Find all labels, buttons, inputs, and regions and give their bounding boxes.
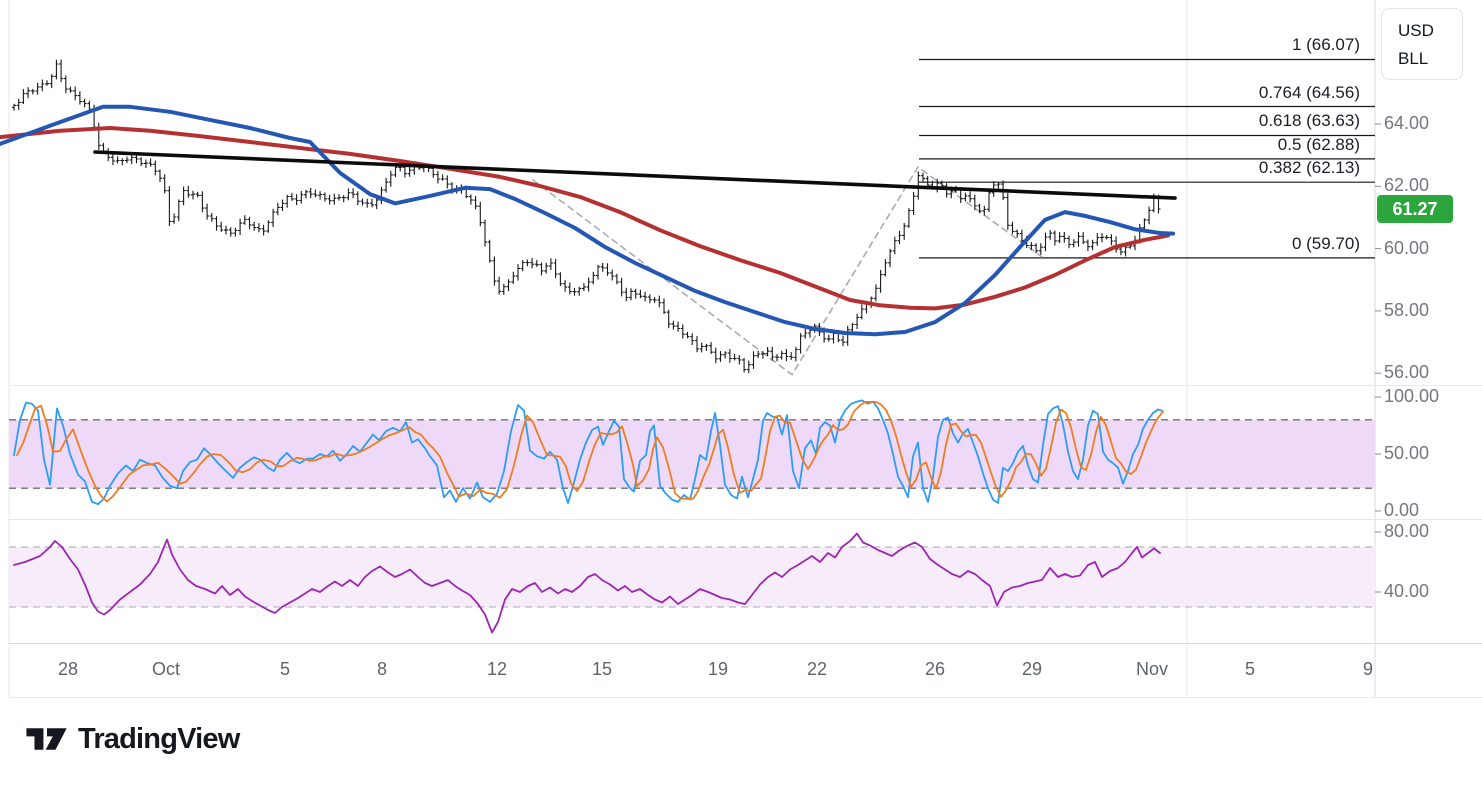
tradingview-logo-text: TradingView [78, 722, 240, 755]
date-axis-label: 9 [1362, 659, 1373, 679]
price-axis-label: 50.00 [1384, 443, 1430, 463]
symbol-currency: USD [1398, 21, 1434, 40]
symbol-info-box: USD BLL [1381, 8, 1463, 80]
last-price-value: 61.27 [1392, 199, 1438, 219]
date-axis-label: 19 [707, 659, 729, 679]
date-axis-label: 5 [279, 659, 290, 679]
tradingview-chart: 1 (66.07) 0.764 (64.56) 0.618 (63.63) 0.5 (… [0, 0, 1482, 786]
date-axis-label: Nov [1135, 659, 1168, 679]
tradingview-logo[interactable]: TradingView [26, 722, 240, 756]
price-axis-label: 0.00 [1384, 500, 1420, 520]
price-axis-label: 40.00 [1384, 580, 1430, 601]
last-price-badge: 61.27 [1377, 195, 1453, 223]
date-axis-label: 15 [591, 659, 613, 679]
fib-level-label: 0.618 (63.63) [1258, 111, 1360, 131]
date-axis-label: 8 [376, 659, 387, 679]
tradingview-logo-icon [26, 728, 67, 750]
fib-level-label: 0.5 (62.88) [1277, 134, 1360, 154]
date-axis-label: 5 [1244, 659, 1255, 679]
date-axis-label: 29 [1021, 659, 1043, 679]
date-axis-label: Oct [151, 659, 180, 679]
date-axis-label: 22 [806, 659, 828, 679]
fib-level-label: 0 (59.70) [1291, 233, 1360, 253]
price-axis-label: 56.00 [1384, 362, 1430, 383]
price-axis-label: 100.00 [1384, 386, 1440, 406]
fib-level-label: 1 (66.07) [1291, 35, 1360, 55]
fib-level-label: 0.764 (64.56) [1258, 82, 1360, 102]
symbol-code: BLL [1398, 49, 1429, 68]
fib-level-label: 0.382 (62.13) [1258, 158, 1360, 178]
price-axis-label: 64.00 [1384, 112, 1430, 133]
date-axis-label: 12 [486, 659, 508, 679]
price-axis-label: 80.00 [1384, 520, 1430, 541]
date-axis-label: 26 [924, 659, 946, 679]
price-axis-label: 62.00 [1384, 175, 1430, 196]
date-axis-label: 28 [57, 659, 79, 679]
price-axis-label: 60.00 [1384, 237, 1430, 258]
price-axis-label: 58.00 [1384, 299, 1430, 320]
